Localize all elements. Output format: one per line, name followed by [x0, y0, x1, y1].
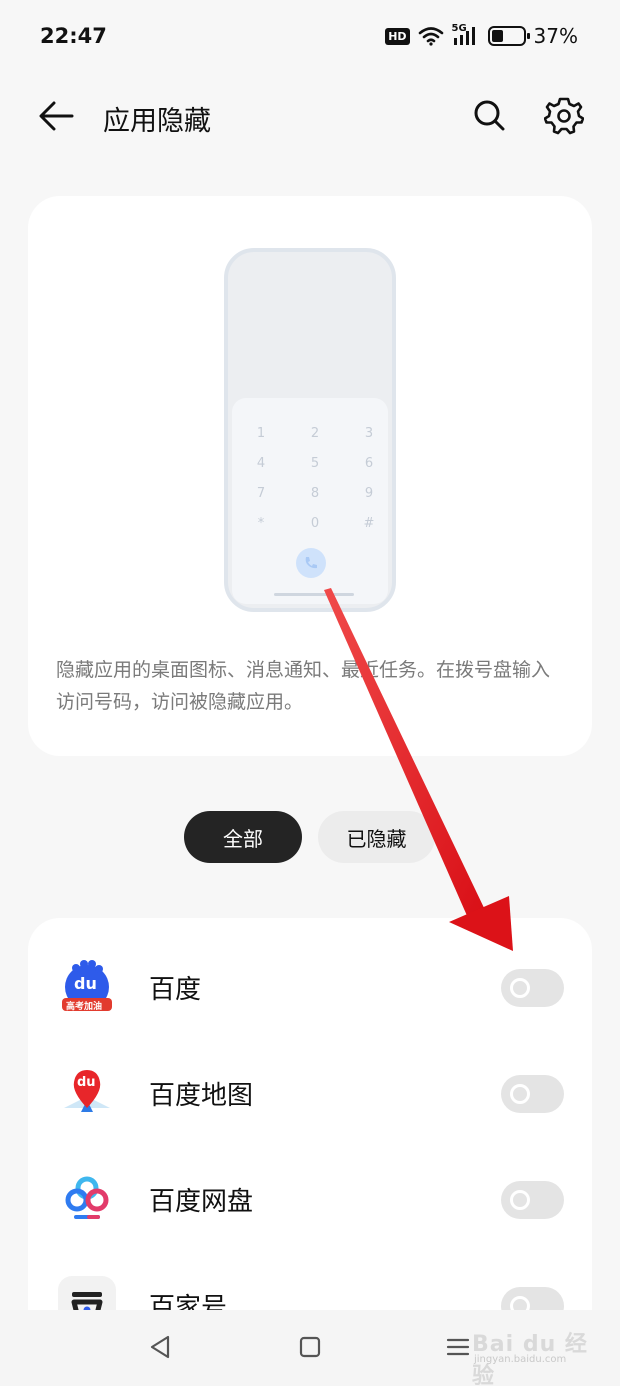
phone-dialpad-illustration: 1 2 3 4 5 6 7 8 9 * 0 # [224, 248, 396, 612]
nav-back-triangle-icon [150, 1335, 170, 1359]
baidu-jingyan-watermark: Bai du 经验 jingyan.baidu.com [472, 1326, 592, 1386]
baidu-icon-ribbon: 高考加油 [66, 1002, 103, 1012]
dialpad-key: 4 [256, 456, 266, 471]
hd-icon: HD [385, 27, 410, 45]
app-name: 百家号 [149, 1293, 228, 1310]
dialpad-key: 7 [256, 486, 266, 501]
search-button[interactable] [470, 96, 510, 136]
hide-toggle-baijiahao[interactable] [501, 1287, 564, 1310]
dialpad: 1 2 3 4 5 6 7 8 9 * 0 # [232, 398, 388, 604]
app-name: 百度 [149, 975, 202, 1005]
page-title: 应用隐藏 [103, 106, 211, 137]
nav-home-button[interactable] [295, 1332, 325, 1362]
intro-card: 1 2 3 4 5 6 7 8 9 * 0 # 隐藏应用的桌面图标、消息通知、最… [28, 196, 592, 756]
baidu-netdisk-icon [58, 1170, 116, 1228]
dialpad-key: 2 [310, 426, 320, 441]
dialpad-key: 9 [364, 486, 374, 501]
status-icons: HD 5G 37% [385, 23, 578, 48]
arrow-left-icon [39, 101, 74, 131]
tab-hidden[interactable]: 已隐藏 [318, 811, 435, 863]
dialpad-key: 1 [256, 426, 266, 441]
dialpad-key: 8 [310, 486, 320, 501]
nav-home-square-icon [299, 1336, 321, 1358]
app-row-baijiahao: 百家号 [28, 1252, 592, 1310]
app-row-baidu: du 高考加油 百度 [28, 934, 592, 1040]
baidu-app-icon: du 高考加油 [58, 958, 116, 1016]
status-bar: 22:47 HD 5G 37% [0, 0, 620, 76]
filter-tabs: 全部 已隐藏 [0, 811, 620, 863]
nav-menu-icon [446, 1338, 470, 1356]
app-row-baidu-netdisk: 百度网盘 [28, 1146, 592, 1252]
wifi-icon [418, 27, 443, 46]
nav-back-button[interactable] [146, 1332, 176, 1362]
watermark-url: jingyan.baidu.com [474, 1354, 567, 1365]
dialpad-key: 5 [310, 456, 320, 471]
dialpad-key: * [257, 516, 265, 531]
toggle-knob [510, 1296, 530, 1310]
settings-button[interactable] [543, 96, 585, 136]
search-icon [474, 100, 505, 131]
maps-icon-badge: du [77, 1075, 96, 1090]
phone-call-icon [296, 548, 326, 578]
tab-all[interactable]: 全部 [184, 811, 302, 863]
status-time: 22:47 [40, 24, 107, 48]
phone-home-bar [274, 593, 354, 596]
app-bar: 应用隐藏 [0, 84, 620, 148]
signal-5g-icon: 5G [452, 23, 480, 47]
app-row-baidu-maps: du 百度地图 [28, 1040, 592, 1146]
nav-menu-button[interactable] [443, 1332, 473, 1362]
battery-icon [487, 26, 530, 46]
hide-toggle-baidu-netdisk[interactable] [501, 1181, 564, 1219]
back-button[interactable] [36, 98, 76, 134]
hide-toggle-baidu[interactable] [501, 969, 564, 1007]
dialpad-key: 6 [364, 456, 374, 471]
toggle-knob [510, 1084, 530, 1104]
dialpad-key: # [363, 516, 375, 531]
dialpad-key: 3 [364, 426, 374, 441]
baijiahao-icon [58, 1276, 116, 1310]
toggle-knob [510, 1190, 530, 1210]
toggle-knob [510, 978, 530, 998]
dialpad-key: 0 [310, 516, 320, 531]
baidu-maps-icon: du [58, 1064, 116, 1122]
gear-icon [543, 97, 585, 135]
hide-toggle-baidu-maps[interactable] [501, 1075, 564, 1113]
app-list: du 高考加油 百度 du 百度地图 百度网盘 百家号 [28, 918, 592, 1310]
app-name: 百度地图 [149, 1081, 254, 1111]
baidu-icon-badge: du [74, 974, 97, 993]
intro-description: 隐藏应用的桌面图标、消息通知、最近任务。在拨号盘输入访问号码，访问被隐藏应用。 [56, 659, 551, 713]
app-name: 百度网盘 [149, 1187, 254, 1217]
battery-percent: 37% [533, 24, 578, 48]
